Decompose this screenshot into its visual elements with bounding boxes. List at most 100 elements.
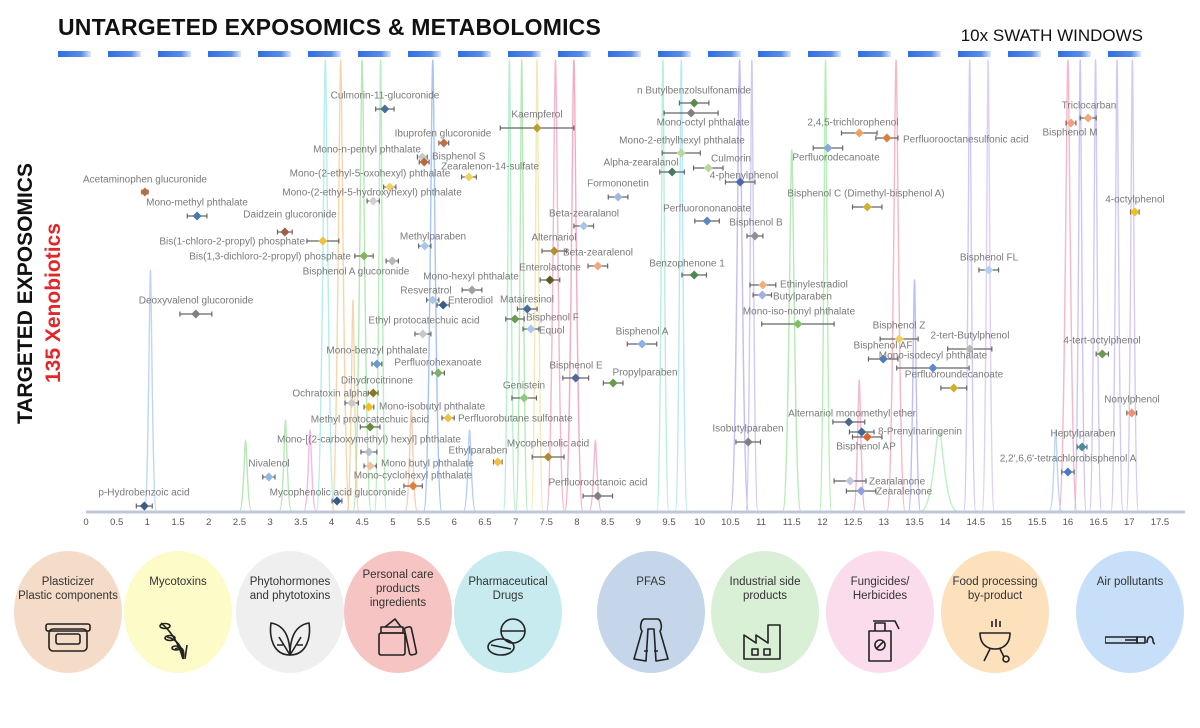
x-tick-label: 10 (694, 517, 705, 528)
compound-label: Mono-n-pentyl phthalate (313, 145, 421, 156)
chromatogram-peak (963, 59, 977, 512)
compound-marker (882, 133, 892, 143)
compound-label: Nivalenol (248, 459, 289, 470)
compound-marker (579, 221, 589, 231)
compound-marker (608, 378, 618, 388)
compound-point[interactable]: Methyl protocatechuic acid (311, 415, 429, 432)
x-tick-label: 7.5 (540, 517, 553, 528)
compound-point[interactable]: Bis(1,3-dichloro-2-propyl) phosphate (189, 251, 374, 263)
compound-label: Bisphenol F (526, 313, 579, 324)
compound-point[interactable]: Formononetin (587, 179, 649, 202)
compound-marker (264, 472, 274, 482)
compound-point[interactable]: Mono-octyl phthalate (657, 108, 750, 129)
compound-point[interactable]: Kaempferol (499, 110, 575, 133)
compound-point[interactable]: Equol (522, 324, 565, 337)
compound-point[interactable]: Enterodiol (436, 296, 493, 310)
compound-point[interactable]: Mycophenolic acid glucoronide (270, 488, 407, 506)
compound-label: Bis(1-chloro-2-propyl) phosphate (159, 237, 305, 248)
compound-point[interactable]: Perfluorobutane sulfonate (441, 413, 573, 425)
compound-point[interactable]: Zearalenone (845, 486, 933, 498)
x-tick-label: 12.5 (844, 517, 863, 528)
category-raincoat: PFAS (597, 551, 705, 673)
x-tick-label: 2.5 (233, 517, 246, 528)
compound-point[interactable]: Bis(1-chloro-2-propyl) phosphate (159, 236, 340, 248)
compound-label: Kaempferol (511, 110, 562, 121)
compound-point[interactable]: 4-octylphenol (1105, 195, 1165, 217)
swath-window-bar (858, 51, 891, 57)
compound-marker (420, 241, 430, 251)
compound-label: Alternariol monomethyl ether (788, 409, 917, 420)
x-tick-label: 10.5 (721, 517, 740, 528)
compound-point[interactable]: Ethinylestradiol (749, 280, 848, 291)
swath-window-bar (108, 51, 141, 57)
compound-point[interactable]: n Butylbenzolsulfonamide (637, 86, 751, 108)
compound-point[interactable]: Alpha-zearalanol (603, 158, 685, 177)
compound-point[interactable]: Mono-n-pentyl phthalate (313, 145, 428, 162)
category-label: Air pollutants (1096, 576, 1164, 588)
swath-window-bar (908, 51, 941, 57)
compound-label: Daidzein glucoronide (243, 210, 337, 221)
compound-point[interactable]: Acetaminophen glucuronide (83, 175, 207, 197)
compound-point[interactable]: Nonylphenol (1104, 395, 1160, 418)
compound-marker (862, 202, 872, 212)
compound-point[interactable]: Heptylparaben (1050, 429, 1116, 452)
compound-point[interactable]: Zearalenon-14-sulfate (441, 162, 539, 182)
compound-point[interactable]: Mono-iso-nonyl phthalate (743, 307, 856, 329)
compound-marker (1097, 349, 1107, 359)
compound-point[interactable]: Matairesinol (500, 295, 554, 314)
compound-label: Propylparaben (612, 368, 677, 379)
compound-point[interactable]: 4-tert-octylphenol (1063, 336, 1141, 359)
compound-marker (364, 402, 374, 412)
x-tick-label: 3.5 (294, 517, 307, 528)
compound-label: Beta-zearalenol (563, 248, 633, 259)
compound-point[interactable]: Bisphenol E (549, 361, 603, 383)
compound-point[interactable]: Perfluoroundecanoate (905, 370, 1004, 393)
compound-marker (637, 339, 647, 349)
category-factory: Industrial side products (711, 551, 819, 673)
compound-label: Enterolactone (519, 263, 581, 274)
compound-point[interactable]: 4-phenylphenol (710, 171, 778, 187)
compound-point[interactable]: p-Hydrobenzoic acid (98, 488, 190, 511)
category-cigarette: Air pollutants (1076, 551, 1184, 673)
compound-point[interactable]: Bisphenol C (Dimethyl-bisphenol A) (787, 189, 945, 212)
x-tick-label: 6.5 (478, 517, 491, 528)
compound-point[interactable]: Mono butyl phthalate (363, 459, 474, 471)
swath-window-bar (1008, 51, 1041, 57)
compound-point[interactable]: Enterolactone (519, 263, 581, 285)
compound-point[interactable]: Alternariol monomethyl ether (788, 409, 917, 427)
x-tick-label: 5 (390, 517, 395, 528)
compound-label: Mono-2-ethylhexyl phthalate (619, 136, 745, 147)
compound-point[interactable]: Mono-isobutyl phthalate (363, 402, 486, 413)
compound-point[interactable]: Perfluorodecanoate (792, 143, 880, 164)
compound-point[interactable]: Mycophenolic acid (507, 439, 589, 462)
compound-label: Triclocarban (1062, 101, 1117, 112)
compound-point[interactable]: Ethyl protocatechuic acid (368, 316, 480, 339)
category-leaves: Phytohormones and phytotoxins (236, 551, 344, 673)
compound-point[interactable]: Perfluorooctanesulfonic acid (875, 133, 1029, 146)
compound-point[interactable]: Methylparaben (400, 232, 466, 251)
compound-point[interactable]: 2,2′,6,6′-tetrachlorobisphenol A (1000, 454, 1137, 477)
x-tick-label: 7 (513, 517, 518, 528)
compound-label: Ethinylestradiol (780, 280, 848, 291)
compound-point[interactable]: Propylparaben (602, 368, 678, 388)
compound-label: 8-Prenylnaringenin (878, 427, 962, 438)
compound-point[interactable]: Mono-methyl phthalate (146, 198, 248, 221)
compound-point[interactable]: Bisphenol F (505, 313, 579, 324)
compound-label: Methylparaben (400, 232, 466, 243)
compound-marker (856, 486, 866, 496)
compound-marker (984, 265, 994, 275)
compound-point[interactable]: Perfluorohexanoate (394, 358, 482, 378)
compound-point[interactable]: Bisphenol M (1042, 118, 1098, 139)
compound-point[interactable]: Triclocarban (1062, 101, 1117, 123)
compound-point[interactable]: Culmorin-11-glucoronide (331, 91, 440, 114)
compound-label: Perfluoroundecanoate (905, 370, 1004, 381)
compound-point[interactable]: Beta-zearalanol (549, 209, 619, 231)
compound-label: Ethyl protocatechuic acid (368, 316, 479, 327)
compound-label: Mono-methyl phthalate (146, 198, 248, 209)
compound-point[interactable]: Mono-[(2-carboxymethyl) hexyl] phthalate (277, 435, 461, 457)
compound-point[interactable]: Butylparaben (752, 290, 832, 303)
compound-point[interactable]: 2,4,5-trichlorophenol (807, 118, 899, 138)
compound-label: Zearalenon-14-sulfate (441, 162, 539, 173)
compound-point[interactable]: Deoxyvalenol glucoronide (139, 296, 254, 319)
compound-label: Mono butyl phthalate (381, 459, 474, 470)
